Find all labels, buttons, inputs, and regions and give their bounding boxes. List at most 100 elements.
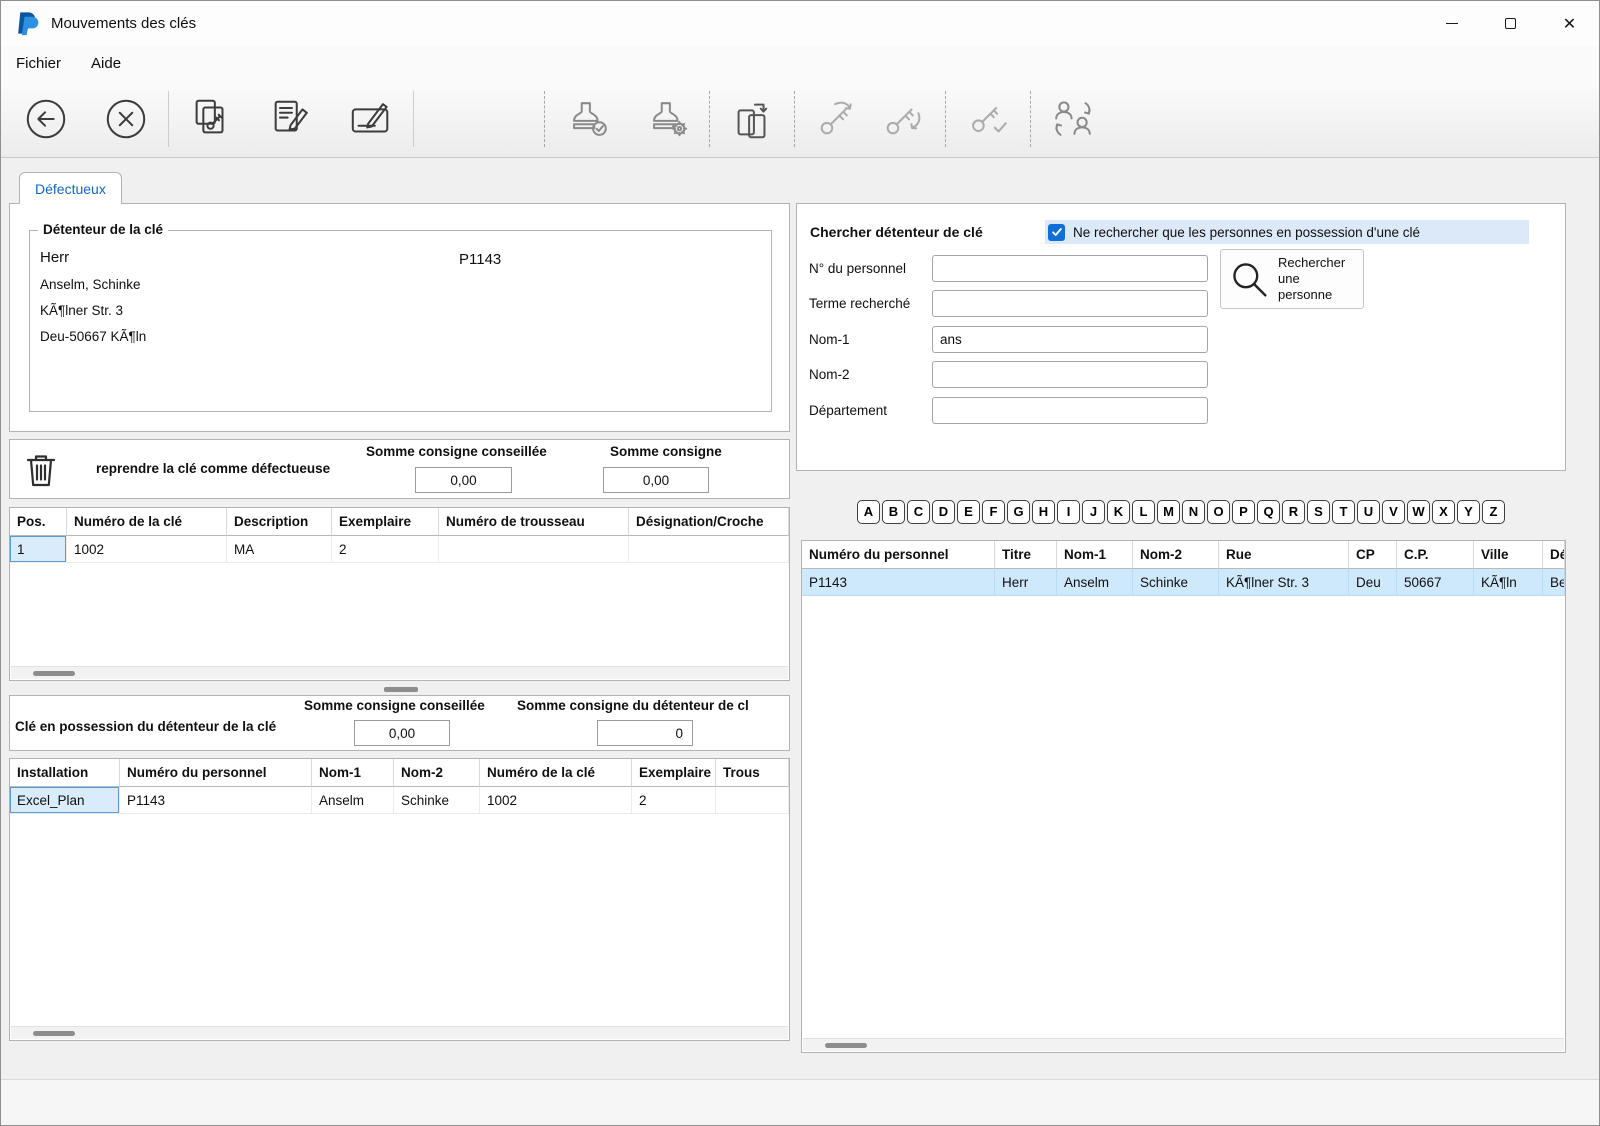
table-cell[interactable]: P1143 bbox=[802, 569, 995, 596]
table-cell[interactable] bbox=[439, 536, 629, 563]
column-header[interactable]: Numéro du personnel bbox=[802, 541, 995, 569]
alphabet-button-l[interactable]: L bbox=[1132, 500, 1155, 524]
horizontal-scrollbar[interactable] bbox=[11, 666, 788, 679]
column-header[interactable]: Dé bbox=[1543, 541, 1565, 569]
column-header[interactable]: Titre bbox=[995, 541, 1057, 569]
table-cell[interactable]: Anselm bbox=[1057, 569, 1133, 596]
search-person-button[interactable]: Rechercher une personne bbox=[1220, 249, 1364, 309]
column-header[interactable]: Numéro de la clé bbox=[480, 759, 632, 787]
table-cell[interactable]: Deu bbox=[1349, 569, 1397, 596]
alphabet-button-h[interactable]: H bbox=[1032, 500, 1055, 524]
column-header[interactable]: Nom-1 bbox=[312, 759, 394, 787]
table-cell[interactable]: 2 bbox=[632, 787, 716, 814]
department-input[interactable] bbox=[932, 397, 1208, 424]
back-button[interactable] bbox=[13, 88, 79, 150]
table-cell[interactable]: 1002 bbox=[480, 787, 632, 814]
column-header[interactable]: C.P. bbox=[1397, 541, 1474, 569]
alphabet-button-o[interactable]: O bbox=[1207, 500, 1230, 524]
alphabet-button-j[interactable]: J bbox=[1082, 500, 1105, 524]
table-cell[interactable]: Herr bbox=[995, 569, 1057, 596]
alphabet-button-u[interactable]: U bbox=[1357, 500, 1380, 524]
stamp-approve-button[interactable] bbox=[554, 88, 620, 150]
alphabet-button-p[interactable]: P bbox=[1232, 500, 1255, 524]
alphabet-button-x[interactable]: X bbox=[1432, 500, 1455, 524]
table-cell[interactable]: Schinke bbox=[394, 787, 480, 814]
sign-button[interactable] bbox=[338, 88, 404, 150]
column-header[interactable]: Numéro du personnel bbox=[120, 759, 312, 787]
alphabet-button-e[interactable]: E bbox=[957, 500, 980, 524]
trash-icon[interactable] bbox=[24, 451, 58, 489]
alphabet-button-t[interactable]: T bbox=[1332, 500, 1355, 524]
key-issue-button[interactable] bbox=[870, 88, 936, 150]
table-cell[interactable]: P1143 bbox=[120, 787, 312, 814]
menu-fichier[interactable]: Fichier bbox=[1, 46, 76, 81]
horizontal-scrollbar[interactable] bbox=[803, 1038, 1564, 1051]
column-header[interactable]: Nom-1 bbox=[1057, 541, 1133, 569]
alphabet-button-q[interactable]: Q bbox=[1257, 500, 1280, 524]
alphabet-button-f[interactable]: F bbox=[982, 500, 1005, 524]
alphabet-button-b[interactable]: B bbox=[882, 500, 905, 524]
table-cell[interactable]: MA bbox=[227, 536, 332, 563]
table-cell[interactable]: 50667 bbox=[1397, 569, 1474, 596]
alphabet-button-a[interactable]: A bbox=[857, 500, 880, 524]
horizontal-scrollbar[interactable] bbox=[11, 1026, 788, 1039]
column-header[interactable]: Ville bbox=[1474, 541, 1543, 569]
alphabet-button-i[interactable]: I bbox=[1057, 500, 1080, 524]
menu-aide[interactable]: Aide bbox=[76, 46, 136, 81]
splitter-grip[interactable] bbox=[384, 687, 418, 692]
scrollbar-thumb[interactable] bbox=[33, 1031, 75, 1036]
table-cell[interactable]: 1 bbox=[10, 536, 67, 563]
card-transfer-button[interactable] bbox=[719, 88, 785, 150]
possession-holder-deposit-field[interactable]: 0 bbox=[597, 720, 693, 746]
table-cell[interactable]: Excel_Plan bbox=[10, 787, 120, 814]
key-return-button[interactable] bbox=[804, 88, 870, 150]
table-cell[interactable]: 2 bbox=[332, 536, 439, 563]
person-transfer-button[interactable] bbox=[1040, 88, 1106, 150]
possession-advised-field[interactable]: 0,00 bbox=[354, 720, 450, 746]
edit-document-button[interactable] bbox=[258, 88, 324, 150]
column-header[interactable]: Numéro de trousseau bbox=[439, 508, 629, 536]
personnel-number-input[interactable] bbox=[932, 255, 1208, 282]
column-header[interactable]: Nom-2 bbox=[1133, 541, 1219, 569]
alphabet-button-k[interactable]: K bbox=[1107, 500, 1130, 524]
minimize-button[interactable] bbox=[1422, 1, 1481, 46]
copy-key-button[interactable] bbox=[178, 88, 244, 150]
advised-deposit-field[interactable]: 0,00 bbox=[415, 467, 512, 493]
key-verify-button[interactable] bbox=[955, 88, 1021, 150]
deposit-field[interactable]: 0,00 bbox=[603, 467, 709, 493]
column-header[interactable]: Désignation/Croche bbox=[629, 508, 789, 536]
column-header[interactable]: Rue bbox=[1219, 541, 1349, 569]
table-cell[interactable] bbox=[629, 536, 789, 563]
column-header[interactable]: Installation bbox=[10, 759, 120, 787]
alphabet-button-s[interactable]: S bbox=[1307, 500, 1330, 524]
column-header[interactable]: Exemplaire bbox=[332, 508, 439, 536]
alphabet-button-r[interactable]: R bbox=[1282, 500, 1305, 524]
alphabet-button-v[interactable]: V bbox=[1382, 500, 1405, 524]
table-cell[interactable] bbox=[716, 787, 789, 814]
column-header[interactable]: CP bbox=[1349, 541, 1397, 569]
alphabet-button-n[interactable]: N bbox=[1182, 500, 1205, 524]
table-cell[interactable]: Be bbox=[1543, 569, 1565, 596]
name2-input[interactable] bbox=[932, 361, 1208, 388]
column-header[interactable]: Pos. bbox=[10, 508, 67, 536]
alphabet-button-c[interactable]: C bbox=[907, 500, 930, 524]
table-cell[interactable]: Anselm bbox=[312, 787, 394, 814]
column-header[interactable]: Exemplaire bbox=[632, 759, 716, 787]
column-header[interactable]: Numéro de la clé bbox=[67, 508, 227, 536]
alphabet-button-g[interactable]: G bbox=[1007, 500, 1030, 524]
alphabet-button-y[interactable]: Y bbox=[1457, 500, 1480, 524]
cancel-button[interactable] bbox=[93, 88, 159, 150]
table-cell[interactable]: KÃ¶lner Str. 3 bbox=[1219, 569, 1349, 596]
close-button[interactable]: ✕ bbox=[1540, 1, 1599, 46]
alphabet-button-w[interactable]: W bbox=[1407, 500, 1430, 524]
alphabet-button-d[interactable]: D bbox=[932, 500, 955, 524]
tab-defectueux[interactable]: Défectueux bbox=[19, 172, 122, 204]
table-cell[interactable]: KÃ¶ln bbox=[1474, 569, 1543, 596]
search-term-input[interactable] bbox=[932, 290, 1208, 317]
scrollbar-thumb[interactable] bbox=[825, 1043, 867, 1048]
maximize-button[interactable] bbox=[1481, 1, 1540, 46]
alphabet-button-z[interactable]: Z bbox=[1482, 500, 1505, 524]
possession-only-checkbox[interactable] bbox=[1048, 224, 1065, 241]
column-header[interactable]: Description bbox=[227, 508, 332, 536]
column-header[interactable]: Trous bbox=[716, 759, 789, 787]
